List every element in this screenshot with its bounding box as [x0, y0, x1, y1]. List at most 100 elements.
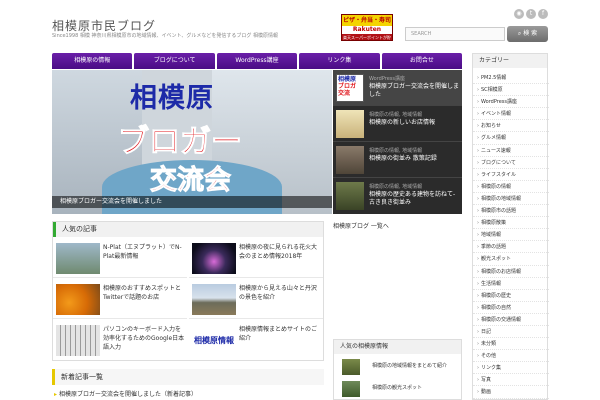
slider-entry-title: 相模原の歴史ある建物を訪ねて-古き良き街並み	[369, 191, 456, 206]
category-label: 相模原市の話題	[481, 208, 517, 215]
category-item[interactable]: › ライフスタイル	[473, 169, 549, 181]
chevron-right-icon: ›	[477, 208, 479, 215]
category-item[interactable]: › 地域情報	[473, 229, 549, 242]
slide-caption[interactable]: 相模原ブロガー交流会を開催しました	[52, 196, 332, 208]
category-item[interactable]: › その他	[473, 350, 549, 363]
chevron-right-icon: ›	[477, 365, 479, 372]
category-label: 地域情報	[481, 232, 502, 239]
slider-thumb	[336, 146, 364, 174]
category-label: 相模原の自然	[481, 304, 512, 311]
popular-item[interactable]: 相模原情報 相模原情報まとめサイトのご紹介	[189, 321, 323, 360]
category-list: › PM2.5情報 › SC相模原 › WordPress講座 › イベント情報 › お知らせ › グ…	[473, 72, 549, 399]
category-item[interactable]: › リンク集	[473, 362, 549, 375]
nav-item-wordpress[interactable]: WordPress講座	[216, 53, 298, 69]
category-item[interactable]: › 相模原の地域情報	[473, 193, 549, 206]
category-item[interactable]: › 写真	[473, 374, 549, 387]
popular-item[interactable]: 相模原から見える山々と丹沢の景色を紹介	[189, 280, 323, 319]
category-item[interactable]: › 相模原の自然	[473, 302, 549, 314]
slider-entry[interactable]: 相模原の情報, 地域情報 相模原の街並み 散策記録	[333, 142, 462, 178]
slider-entry[interactable]: 相模原の情報, 地域情報 相模原の新しいお店情報	[333, 106, 462, 142]
search-button[interactable]: ⌕ 検 索	[507, 26, 548, 42]
ad-top-text: ピザ・弁当・寿司	[342, 15, 392, 26]
ad-banner[interactable]: ピザ・弁当・寿司 Rakuten 楽天スーパーポイントが貯まる	[341, 14, 393, 41]
chevron-right-icon: ›	[477, 232, 479, 239]
twitter-icon[interactable]: t	[526, 9, 536, 19]
middle-thumb	[342, 381, 360, 397]
popular-title: 相模原から見える山々と丹沢の景色を紹介	[239, 285, 317, 301]
chevron-right-icon: ›	[477, 123, 479, 130]
chevron-right-icon: ›	[477, 389, 479, 396]
nav-item-links[interactable]: リンク集	[299, 53, 380, 69]
nav-item-contact[interactable]: お問合せ	[381, 53, 463, 69]
category-label: 相模原散策	[481, 220, 507, 227]
rss-icon[interactable]: ◉	[514, 9, 524, 19]
blog-list-link[interactable]: 相模原ブログ 一覧へ	[333, 221, 389, 230]
category-item[interactable]: › 生活情報	[473, 278, 549, 290]
popular-item[interactable]: パソコンのキーボード入力を効率化するためのGoogle日本語入力	[53, 321, 187, 360]
chevron-right-icon: ›	[477, 268, 479, 275]
middle-widget-heading: 人気の相模原情報	[334, 340, 461, 354]
category-item[interactable]: › グルメ情報	[473, 132, 549, 145]
category-item[interactable]: › 相模原のお店情報	[473, 266, 549, 278]
slider-thumb: 相模原 ブロガ 交流	[336, 74, 364, 102]
nav-item-info[interactable]: 相模原の情報	[52, 53, 133, 69]
slider-entry-meta: 相模原の情報, 地域情報	[369, 112, 423, 118]
category-item[interactable]: › ニュース速報	[473, 145, 549, 157]
category-item[interactable]: › PM2.5情報	[473, 72, 549, 85]
category-label: 生活情報	[481, 280, 502, 287]
category-item[interactable]: › イベント情報	[473, 108, 549, 121]
middle-thumb	[342, 359, 360, 375]
popular-thumb	[56, 284, 100, 315]
category-item[interactable]: › 相模原の歴史	[473, 290, 549, 302]
middle-item-title: 相模原の観光スポット	[372, 385, 423, 391]
popular-item[interactable]: N-Plat（エヌプラット）でN-Plat最新情報	[53, 239, 187, 278]
facebook-icon[interactable]: f	[538, 9, 548, 19]
category-item[interactable]: › 季節の話題	[473, 241, 549, 254]
slide-headline-3: 交流会	[150, 165, 232, 197]
ad-brand-text: Rakuten	[342, 26, 392, 34]
popular-item[interactable]: 相模原のおすすめスポットとTwitterで話題のお店	[53, 280, 187, 319]
slider-entry-meta: 相模原の情報, 地域情報	[369, 148, 423, 154]
middle-widget-item[interactable]: 相模原の地域情報をまとめて紹介	[334, 356, 463, 378]
category-item[interactable]: › 未分類	[473, 338, 549, 351]
search-button-label: 検 索	[523, 30, 538, 37]
search-input[interactable]: SEARCH	[405, 27, 505, 41]
category-label: WordPress講座	[481, 99, 518, 106]
category-item[interactable]: › SC相模原	[473, 84, 549, 97]
popular-item[interactable]: 相模原の夜に見られる花火大会のまとめ情報2018年	[189, 239, 323, 278]
category-item[interactable]: › 相模原市の話題	[473, 205, 549, 218]
category-item[interactable]: › WordPress講座	[473, 96, 549, 109]
chevron-right-icon: ›	[477, 159, 479, 166]
slider-entry-meta: WordPress講座	[369, 76, 406, 82]
popular-title: 相模原情報まとめサイトのご紹介	[239, 326, 318, 342]
chevron-right-icon: ›	[477, 220, 479, 227]
slider-entry[interactable]: 相模原 ブロガ 交流 WordPress講座 相模原ブロガー交流会を開催しました	[333, 70, 462, 106]
new-posts-heading: 新着記事一覧	[52, 369, 324, 385]
category-item[interactable]: › 相模原散策	[473, 217, 549, 230]
featured-slide[interactable]: 相模原 ブロガー 交流会 相模原ブロガー交流会を開催しました	[52, 70, 332, 214]
category-item[interactable]: › 相模原の情報	[473, 181, 549, 193]
category-item[interactable]: › 相模原の交通情報	[473, 314, 549, 326]
category-label: 相模原の交通情報	[481, 316, 522, 323]
chevron-right-icon: ›	[477, 304, 479, 311]
chevron-right-icon: ›	[477, 341, 479, 348]
category-item[interactable]: › お知らせ	[473, 120, 549, 133]
popular-posts: 人気の記事 N-Plat（エヌプラット）でN-Plat最新情報 相模原の夜に見ら…	[52, 221, 324, 361]
chevron-right-icon: ›	[477, 195, 479, 202]
category-widget: カテゴリー › PM2.5情報 › SC相模原 › WordPress講座 › イベント情報 ›…	[472, 53, 549, 400]
category-label: 動画	[481, 389, 492, 396]
chevron-right-icon: ›	[477, 135, 479, 142]
slider-entry[interactable]: 相模原の情報, 地域情報 相模原の歴史ある建物を訪ねて-古き良き街並み	[333, 178, 462, 214]
chevron-right-icon: ›	[477, 316, 479, 323]
category-item[interactable]: › 日記	[473, 326, 549, 339]
category-item[interactable]: › 動画	[473, 386, 549, 399]
category-item[interactable]: › 観光スポット	[473, 253, 549, 266]
category-item[interactable]: › ブログについて	[473, 157, 549, 169]
nav-item-about[interactable]: ブログについて	[134, 53, 215, 69]
new-post-title: 相模原ブロガー交流会を開催しました（新着記事）	[59, 391, 198, 398]
popular-title: パソコンのキーボード入力を効率化するためのGoogle日本語入力	[103, 326, 185, 351]
new-post-item[interactable]: ▸ 相模原ブロガー交流会を開催しました（新着記事）	[54, 389, 197, 398]
category-label: お知らせ	[481, 123, 501, 130]
category-heading: カテゴリー	[473, 54, 547, 68]
middle-widget-item[interactable]: 相模原の観光スポット	[334, 378, 463, 400]
